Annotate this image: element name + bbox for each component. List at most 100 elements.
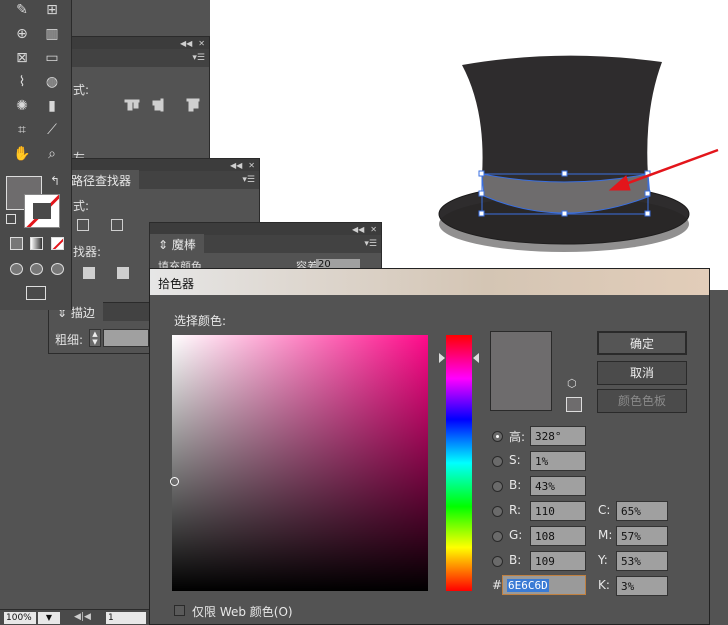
graph-icon[interactable]: ▥ xyxy=(40,24,64,44)
weight-stepper[interactable]: ▲ ▼ xyxy=(89,329,101,347)
mesh-icon[interactable]: ⊞ xyxy=(40,0,64,20)
ok-button[interactable]: 确定 xyxy=(597,331,687,355)
zoom-field[interactable]: 100% xyxy=(4,612,36,624)
zoom-icon[interactable]: ⌕ xyxy=(40,144,64,164)
collapse-icon[interactable]: ◀◀ xyxy=(352,225,364,234)
cyan-label: C: xyxy=(598,503,611,517)
hex-value: 6E6C6D xyxy=(507,579,549,592)
draw-normal-icon[interactable] xyxy=(10,263,23,275)
prev-artboard-icon[interactable]: ◀|◀ xyxy=(74,612,91,622)
gradient-mode-icon[interactable] xyxy=(30,237,43,250)
hat-crown[interactable] xyxy=(462,55,662,184)
hue-slider-left-arrow[interactable] xyxy=(439,353,445,364)
align-panel: ◀◀✕ ▾☰ 式: 左 xyxy=(62,36,210,178)
close-icon[interactable]: ✕ xyxy=(198,39,205,48)
zoom-dropdown-icon[interactable]: ▼ xyxy=(38,612,60,624)
black-field[interactable]: 3% xyxy=(616,576,668,596)
gradient-icon[interactable]: ▭ xyxy=(40,48,64,68)
color-field[interactable] xyxy=(172,335,428,591)
shape-builder-icon[interactable]: ⊕ xyxy=(10,24,34,44)
close-icon[interactable]: ✕ xyxy=(248,161,255,170)
tools-panel: ✎ ⊞ ⊕ ▥ ⊠ ▭ ⌇ ◍ ✺ ▮ ⌗ ⟋ ✋ ⌕ ↰ xyxy=(0,0,72,310)
yellow-field[interactable]: 53% xyxy=(616,551,668,571)
tab-magic-wand[interactable]: ⇕ 魔棒 xyxy=(150,233,204,255)
red-radio[interactable] xyxy=(492,506,503,517)
tab-pathfinder[interactable]: 路径查找器 xyxy=(63,169,140,191)
symbol-sprayer-icon[interactable]: ✺ xyxy=(10,96,34,116)
saturation-label: S: xyxy=(509,453,521,467)
panel-menu-icon[interactable]: ▾☰ xyxy=(192,53,205,63)
panel-menu-icon[interactable]: ▾☰ xyxy=(242,175,255,185)
saturation-radio[interactable] xyxy=(492,456,503,467)
artboard-icon[interactable]: ⌗ xyxy=(10,120,34,140)
yellow-label: Y: xyxy=(598,553,608,567)
pen-warp-icon[interactable]: ✎ xyxy=(10,0,34,20)
trim-icon[interactable] xyxy=(117,267,129,279)
minus-front-icon[interactable] xyxy=(77,219,89,231)
collapse-icon[interactable]: ◀◀ xyxy=(180,39,192,48)
intersect-icon[interactable] xyxy=(111,219,123,231)
color-field-cursor[interactable] xyxy=(170,477,179,486)
magenta-field[interactable]: 57% xyxy=(616,526,668,546)
cancel-button[interactable]: 取消 xyxy=(597,361,687,385)
brightness-label: B: xyxy=(509,478,522,492)
select-color-label: 选择颜色: xyxy=(174,314,227,328)
default-colors-icon[interactable] xyxy=(6,214,16,224)
divide-icon[interactable] xyxy=(83,267,95,279)
hue-slider-right-arrow[interactable] xyxy=(473,353,479,364)
blue-field[interactable]: 109 xyxy=(530,551,586,571)
web-colors-checkbox[interactable] xyxy=(174,605,185,616)
hex-field[interactable]: 6E6C6D xyxy=(502,575,586,595)
blue-radio[interactable] xyxy=(492,556,503,567)
color-swatches-button[interactable]: 颜色色板 xyxy=(597,389,687,413)
red-label: R: xyxy=(509,503,522,517)
hue-radio[interactable] xyxy=(492,431,503,442)
red-field[interactable]: 110 xyxy=(530,501,586,521)
color-picker-dialog: 拾色器 选择颜色: ⬡ 高: 328° S: 1% B: 43% R: 110 … xyxy=(149,268,710,625)
align-top-icon[interactable] xyxy=(186,98,200,112)
panel-menu-icon[interactable]: ▾☰ xyxy=(364,239,377,249)
slice-icon[interactable]: ⟋ xyxy=(40,120,64,140)
blue-label: B: xyxy=(509,553,522,567)
dialog-title: 拾色器 xyxy=(150,269,709,295)
green-radio[interactable] xyxy=(492,531,503,542)
hex-label: # xyxy=(492,578,503,592)
artboard-field[interactable]: 1 xyxy=(106,612,146,624)
weight-label: 粗细: xyxy=(55,333,84,347)
brightness-field[interactable]: 43% xyxy=(530,476,586,496)
green-label: G: xyxy=(509,528,523,542)
draw-inside-icon[interactable] xyxy=(51,263,64,275)
color-mode-icon[interactable] xyxy=(10,237,23,250)
web-safe-warning-icon[interactable] xyxy=(566,397,582,412)
pathfinders-label: 找器: xyxy=(73,245,102,259)
tab-arrows-icon: ⇕ xyxy=(158,237,169,252)
blend-icon[interactable]: ◍ xyxy=(40,72,64,92)
swap-colors-icon[interactable]: ↰ xyxy=(50,174,60,188)
weight-field[interactable] xyxy=(103,329,149,347)
align-right-icon[interactable] xyxy=(152,98,164,112)
column-graph-icon[interactable]: ▮ xyxy=(40,96,64,116)
saturation-field[interactable]: 1% xyxy=(530,451,586,471)
magic-wand-panel: ◀◀ ✕ ⇕ 魔棒 ▾☰ 填充颜色 容差 20 xyxy=(149,222,382,273)
collapse-icon[interactable]: ◀◀ xyxy=(230,161,242,170)
web-colors-label: 仅限 Web 颜色(O) xyxy=(192,605,293,619)
eyedropper-icon[interactable]: ⌇ xyxy=(10,72,34,92)
mesh-grid-icon[interactable]: ⊠ xyxy=(10,48,34,68)
green-field[interactable]: 108 xyxy=(530,526,586,546)
align-h-center-icon[interactable] xyxy=(124,99,140,111)
cyan-field[interactable]: 65% xyxy=(616,501,668,521)
none-mode-icon[interactable] xyxy=(51,237,64,250)
hue-field[interactable]: 328° xyxy=(530,426,586,446)
hue-label: 高: xyxy=(509,430,526,444)
close-icon[interactable]: ✕ xyxy=(370,225,377,234)
stroke-swatch[interactable] xyxy=(24,194,60,228)
draw-behind-icon[interactable] xyxy=(30,263,43,275)
brightness-radio[interactable] xyxy=(492,481,503,492)
black-label: K: xyxy=(598,578,610,592)
shape-modes-label: 式: xyxy=(73,199,90,213)
magenta-label: M: xyxy=(598,528,613,542)
screen-mode-icon[interactable] xyxy=(26,286,46,300)
hue-slider[interactable] xyxy=(446,335,472,591)
out-of-gamut-cube-icon[interactable]: ⬡ xyxy=(567,377,577,390)
hand-icon[interactable]: ✋ xyxy=(10,144,34,164)
